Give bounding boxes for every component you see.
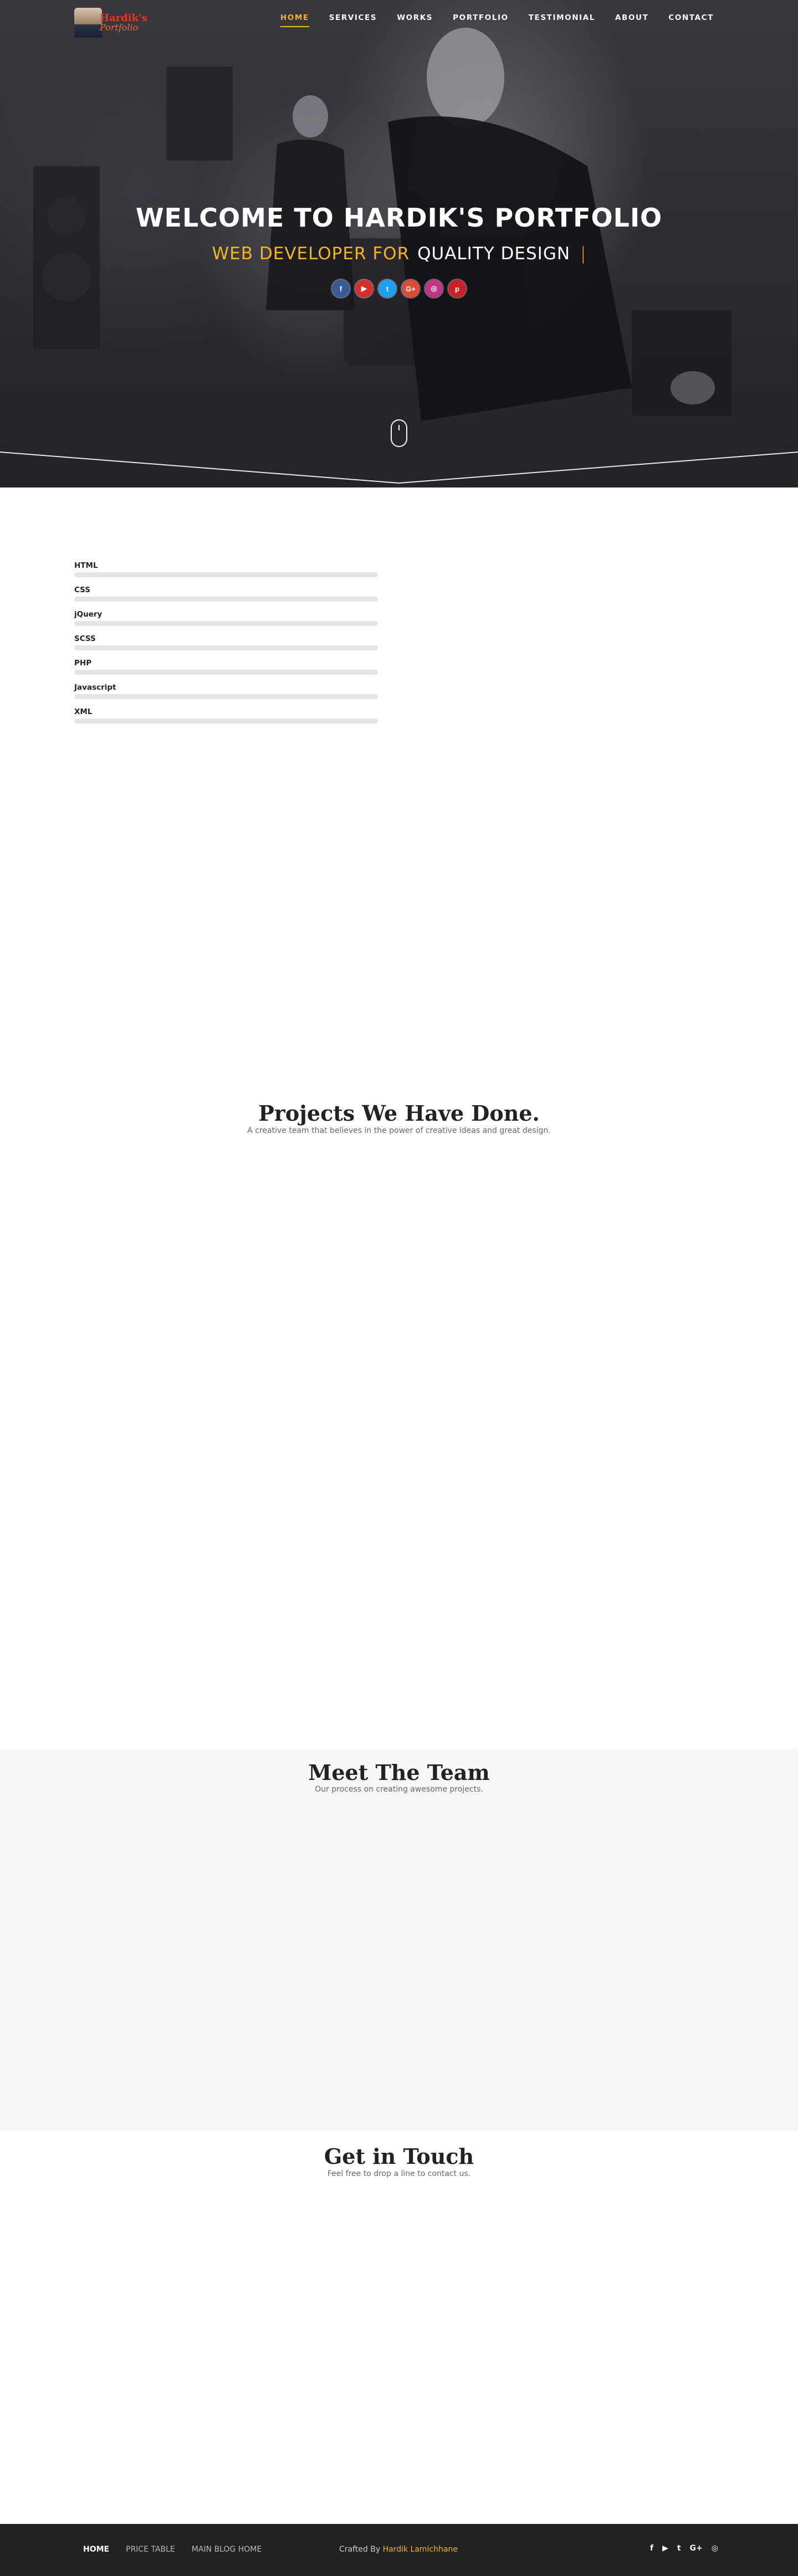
google-plus-icon[interactable]: G+ bbox=[690, 2544, 703, 2553]
twitter-icon[interactable]: t bbox=[677, 2544, 681, 2553]
instagram-icon[interactable]: ◎ bbox=[712, 2544, 718, 2553]
skill-bar bbox=[74, 670, 378, 675]
skill-label: CSS bbox=[74, 586, 90, 594]
twitter-icon[interactable]: t bbox=[378, 280, 396, 297]
nav-item-works[interactable]: WORKS bbox=[397, 13, 433, 27]
contact-subtitle: Feel free to drop a line to contact us. bbox=[327, 2169, 471, 2178]
hero-bottom-divider bbox=[0, 449, 798, 484]
youtube-icon[interactable]: ▶ bbox=[355, 280, 373, 297]
skill-xml: XML bbox=[74, 707, 378, 723]
team-subtitle: Our process on creating awesome projects… bbox=[315, 1785, 483, 1794]
hero-title: WELCOME TO HARDIK'S PORTFOLIO bbox=[135, 203, 663, 233]
skill-php: PHP bbox=[74, 659, 378, 675]
skill-label: PHP bbox=[74, 659, 92, 668]
skill-label: XML bbox=[74, 707, 93, 716]
skill-javascript: Javascript bbox=[74, 683, 378, 699]
skill-bar bbox=[74, 645, 378, 650]
credit-prefix: Crafted By bbox=[339, 2545, 381, 2554]
hero-subtitle-typed: QUALITY DESIGN bbox=[417, 244, 571, 264]
skill-html: HTML bbox=[74, 561, 378, 577]
pinterest-icon[interactable]: p bbox=[448, 280, 466, 297]
site-logo[interactable]: Hardik's Portfolio bbox=[74, 7, 152, 39]
google-plus-icon[interactable]: G+ bbox=[402, 280, 420, 297]
skill-bar bbox=[74, 694, 378, 699]
skills-section: HTML CSS jQuery SCSS PHP Javascript XML bbox=[74, 561, 378, 732]
projects-title: Projects We Have Done. bbox=[258, 1101, 540, 1126]
nav-item-contact[interactable]: CONTACT bbox=[668, 13, 714, 27]
footer-social-links: f ▶ t G+ ◎ bbox=[650, 2544, 718, 2553]
instagram-icon[interactable]: ◎ bbox=[425, 280, 443, 297]
youtube-icon[interactable]: ▶ bbox=[662, 2544, 668, 2553]
nav-item-home[interactable]: HOME bbox=[280, 13, 309, 27]
team-title: Meet The Team bbox=[308, 1760, 490, 1785]
nav-item-portfolio[interactable]: PORTFOLIO bbox=[453, 13, 509, 27]
main-nav: HOME SERVICES WORKS PORTFOLIO TESTIMONIA… bbox=[280, 13, 714, 27]
footer-link-home[interactable]: HOME bbox=[83, 2545, 109, 2554]
skill-bar bbox=[74, 597, 378, 602]
skill-bar bbox=[74, 621, 378, 626]
projects-subtitle: A creative team that believes in the pow… bbox=[247, 1126, 551, 1135]
footer-nav: HOME PRICE TABLE MAIN BLOG HOME bbox=[83, 2545, 262, 2554]
hero-subtitle: WEB DEVELOPER FOR QUALITY DESIGN | bbox=[0, 244, 798, 264]
logo-line-2: Portfolio bbox=[100, 22, 139, 33]
hero-social-links: f ▶ t G+ ◎ p bbox=[0, 280, 798, 297]
facebook-icon[interactable]: f bbox=[332, 280, 350, 297]
nav-item-testimonial[interactable]: TESTIMONIAL bbox=[529, 13, 595, 27]
hero-section: Hardik's Portfolio HOME SERVICES WORKS P… bbox=[0, 0, 798, 488]
typing-caret: | bbox=[580, 244, 586, 264]
skill-label: Javascript bbox=[74, 683, 116, 692]
skill-label: SCSS bbox=[74, 634, 96, 643]
footer-link-price-table[interactable]: PRICE TABLE bbox=[126, 2545, 175, 2554]
hero-subtitle-accent: WEB DEVELOPER FOR bbox=[212, 244, 410, 264]
skill-label: jQuery bbox=[74, 610, 103, 619]
scroll-down-mouse-icon[interactable] bbox=[391, 419, 407, 447]
skill-css: CSS bbox=[74, 586, 378, 602]
skill-scss: SCSS bbox=[74, 634, 378, 650]
team-section bbox=[0, 1749, 798, 2131]
skill-bar bbox=[74, 572, 378, 577]
skill-jquery: jQuery bbox=[74, 610, 378, 626]
nav-item-about[interactable]: ABOUT bbox=[615, 13, 648, 27]
skill-bar bbox=[74, 719, 378, 723]
footer-credit: Crafted By Hardik Lamichhane bbox=[339, 2545, 458, 2554]
skill-label: HTML bbox=[74, 561, 98, 570]
facebook-icon[interactable]: f bbox=[650, 2544, 653, 2553]
site-footer: HOME PRICE TABLE MAIN BLOG HOME Crafted … bbox=[0, 2524, 798, 2576]
logo-text: Hardik's Portfolio bbox=[100, 13, 147, 32]
logo-avatar bbox=[74, 8, 102, 38]
nav-item-services[interactable]: SERVICES bbox=[329, 13, 377, 27]
contact-title: Get in Touch bbox=[324, 2144, 474, 2169]
footer-link-main-blog-home[interactable]: MAIN BLOG HOME bbox=[192, 2545, 262, 2554]
credit-author-link[interactable]: Hardik Lamichhane bbox=[383, 2545, 458, 2554]
